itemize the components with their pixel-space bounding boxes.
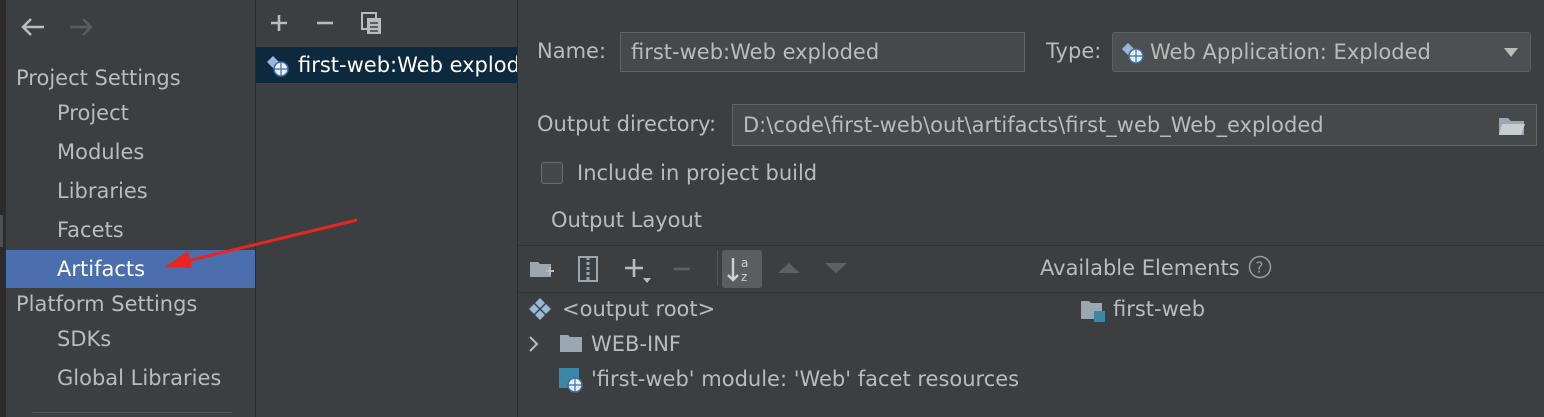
nav-divider	[32, 412, 232, 413]
include-in-build-label: Include in project build	[577, 161, 818, 185]
web-exploded-icon	[266, 55, 290, 77]
project-settings-header: Project Settings	[16, 66, 181, 90]
toolbar-separator	[717, 250, 718, 286]
settings-navigation: Project Settings Project Modules Librari…	[0, 0, 256, 417]
remove-icon[interactable]	[671, 256, 693, 282]
output-directory-field[interactable]: D:\code\first-web\out\artifacts\first_we…	[732, 104, 1537, 146]
sidebar-item-global-libraries[interactable]: Global Libraries	[6, 359, 255, 397]
platform-settings-header: Platform Settings	[16, 292, 198, 316]
output-layout-toolbar: az	[518, 245, 1544, 293]
include-in-build-checkbox[interactable]	[541, 162, 563, 184]
browse-folder-icon[interactable]	[1498, 115, 1526, 137]
plus-icon[interactable]	[268, 10, 290, 36]
archive-icon[interactable]	[577, 256, 599, 282]
annotation-arrow	[165, 218, 358, 268]
available-elements-label: Available Elements	[1040, 256, 1240, 280]
available-elements-title: Available Elements ?	[1040, 255, 1272, 280]
svg-text:?: ?	[1256, 259, 1264, 277]
copy-icon[interactable]	[360, 10, 384, 36]
help-icon[interactable]: ?	[1248, 255, 1272, 279]
folder-icon	[559, 333, 583, 353]
move-up-icon[interactable]	[778, 261, 800, 275]
name-label: Name:	[537, 39, 607, 63]
sidebar-item-project[interactable]: Project	[6, 94, 255, 132]
artifact-list-item-label: first-web:Web exploded	[298, 53, 517, 77]
move-down-icon[interactable]	[825, 261, 847, 275]
forward-arrow-icon[interactable]	[68, 12, 94, 42]
module-folder-icon	[1080, 297, 1108, 323]
add-dropdown-icon[interactable]	[623, 256, 653, 286]
tree-item-label: WEB-INF	[591, 332, 681, 356]
sidebar-item-libraries[interactable]: Libraries	[6, 172, 255, 210]
name-field[interactable]: first-web:Web exploded	[620, 32, 1025, 72]
available-element-label: first-web	[1113, 297, 1206, 321]
web-exploded-icon	[1121, 42, 1145, 64]
sidebar-item-sdks[interactable]: SDKs	[6, 320, 255, 358]
chevron-right-icon[interactable]	[528, 336, 540, 352]
output-root-icon	[528, 297, 552, 321]
sort-alpha-icon[interactable]: az	[722, 250, 762, 288]
artifact-list-item[interactable]: first-web:Web exploded	[256, 47, 517, 83]
type-label: Type:	[1046, 39, 1102, 63]
output-directory-label: Output directory:	[537, 112, 717, 136]
type-dropdown[interactable]: Web Application: Exploded	[1112, 32, 1531, 72]
tree-item-web-facet-resources[interactable]: 'first-web' module: 'Web' facet resource…	[558, 363, 1028, 395]
output-layout-title: Output Layout	[551, 208, 703, 232]
svg-text:a: a	[741, 256, 748, 270]
web-facet-icon	[558, 367, 584, 393]
chevron-down-icon	[1504, 48, 1518, 57]
output-directory-value: D:\code\first-web\out\artifacts\first_we…	[743, 113, 1324, 137]
minus-icon[interactable]	[314, 10, 336, 36]
svg-text:z: z	[741, 270, 747, 284]
new-folder-icon[interactable]	[529, 257, 555, 281]
artifacts-list-panel: first-web:Web exploded	[256, 0, 518, 417]
sidebar-item-modules[interactable]: Modules	[6, 133, 255, 171]
tree-item-label: <output root>	[562, 297, 716, 321]
tree-item-label: 'first-web' module: 'Web' facet resource…	[591, 367, 1020, 391]
back-arrow-icon[interactable]	[20, 12, 46, 42]
type-dropdown-value: Web Application: Exploded	[1150, 40, 1431, 64]
